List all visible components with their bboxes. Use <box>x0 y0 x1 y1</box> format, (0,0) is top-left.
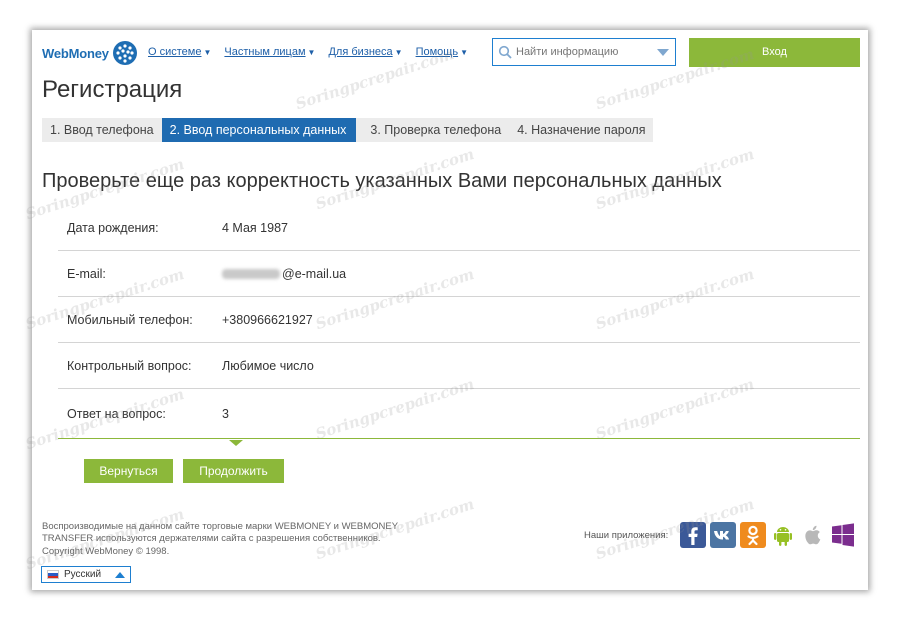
search-input[interactable] <box>516 46 656 58</box>
registration-steps: 1. Ввод телефона 2. Ввод персональных да… <box>42 118 654 142</box>
table-row: Ответ на вопрос: 3 <box>58 389 860 439</box>
table-row: E-mail: @e-mail.ua <box>58 251 860 297</box>
email-value: @e-mail.ua <box>282 266 347 281</box>
apps-label: Наши приложения: <box>584 530 669 541</box>
language-label: Русский <box>64 569 102 580</box>
chevron-down-icon: ▼ <box>460 48 468 57</box>
nav-personal-label: Частным лицам <box>224 46 306 58</box>
windows-icon[interactable] <box>830 522 856 548</box>
security-question-value: Любимое число <box>222 358 314 373</box>
chevron-down-icon: ▼ <box>394 48 403 57</box>
birthdate-value: 4 Мая 1987 <box>222 220 288 235</box>
odnoklassniki-icon[interactable] <box>740 522 766 548</box>
confirm-heading: Проверьте еще раз корректность указанных… <box>42 170 722 192</box>
facebook-icon[interactable] <box>680 522 706 548</box>
answer-label: Ответ на вопрос: <box>67 406 166 421</box>
logo-text: WebMoney <box>42 45 109 61</box>
chevron-down-icon: ▼ <box>203 48 212 57</box>
table-row: Дата рождения: 4 Мая 1987 <box>58 205 860 251</box>
globe-icon <box>112 41 137 65</box>
answer-value: 3 <box>222 406 229 421</box>
chevron-down-icon: ▼ <box>307 48 316 57</box>
birthdate-label: Дата рождения: <box>67 220 159 235</box>
nav-help-label: Помощь <box>415 46 459 58</box>
chevron-up-icon <box>115 572 125 578</box>
security-question-label: Контрольный вопрос: <box>67 358 192 373</box>
language-select[interactable]: Русский <box>41 566 131 583</box>
email-label: E-mail: <box>67 266 106 281</box>
apps-list <box>680 522 856 548</box>
android-icon[interactable] <box>770 522 796 548</box>
continue-button[interactable]: Продолжить <box>183 459 284 483</box>
trademark-notice: Воспроизводимые на данном сайте торговые… <box>42 521 398 544</box>
search-box <box>492 38 676 66</box>
vk-icon[interactable] <box>710 522 736 548</box>
page-title: Регистрация <box>42 76 183 103</box>
nav-business[interactable]: Для бизнеса ▼ <box>328 46 402 58</box>
nav-personal[interactable]: Частным лицам ▼ <box>224 46 315 58</box>
table-row: Мобильный телефон: +380966621927 <box>58 297 860 343</box>
page-frame: WebMoney О системе ▼ Частным лицам ▼ Для б… <box>23 30 868 590</box>
personal-data-table: Дата рождения: 4 Мая 1987 E-mail: @e-mai… <box>58 205 860 439</box>
divider-notch <box>229 440 243 446</box>
copyright: Copyright WebMoney © 1998. <box>42 546 170 557</box>
phone-label: Мобильный телефон: <box>67 312 193 327</box>
search-dropdown-icon[interactable] <box>657 49 669 56</box>
table-row: Контрольный вопрос: Любимое число <box>58 343 860 389</box>
step-personal-data: 2. Ввод персональных данных <box>161 118 365 142</box>
step-set-password: 4. Назначение пароля <box>509 118 654 142</box>
nav-about[interactable]: О системе ▼ <box>148 46 211 58</box>
russia-flag-icon <box>47 570 59 579</box>
search-icon <box>498 45 512 59</box>
login-button[interactable]: Вход <box>689 38 860 67</box>
nav-business-label: Для бизнеса <box>328 46 393 58</box>
email-value-wrap: @e-mail.ua <box>222 267 346 281</box>
main-nav: О системе ▼ Частным лицам ▼ Для бизнеса ▼ П… <box>148 46 468 58</box>
phone-value: +380966621927 <box>222 312 313 327</box>
step-phone-verify: 3. Проверка телефона <box>356 118 510 142</box>
webmoney-logo[interactable]: WebMoney <box>42 40 138 66</box>
back-button[interactable]: Вернуться <box>84 459 173 483</box>
step-phone-input: 1. Ввод телефона <box>42 118 162 142</box>
nav-about-label: О системе <box>148 46 202 58</box>
apple-icon[interactable] <box>800 522 826 548</box>
blurred-email-part <box>222 269 280 280</box>
nav-help[interactable]: Помощь ▼ <box>416 46 468 58</box>
